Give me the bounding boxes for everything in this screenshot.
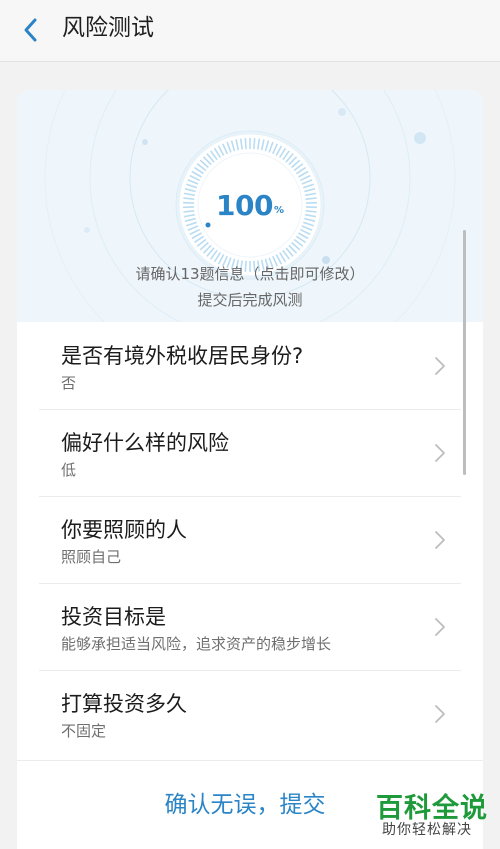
progress-gauge: 100% [175,130,325,280]
watermark-subtitle: 助你轻松解决 [382,822,472,838]
question-item[interactable]: 投资目标是 能够承担适当风险，追求资产的稳步增长 [17,583,483,670]
chevron-right-icon [435,531,445,549]
question-item[interactable]: 打算投资多久 不固定 [17,670,483,757]
question-title: 偏好什么样的风险 [61,431,229,455]
page-title: 风险测试 [62,15,154,41]
watermark-logo: 百科全说 助你轻松解决 [372,786,492,842]
question-title: 打算投资多久 [61,692,187,716]
progress-value: 100 [216,188,273,222]
question-item[interactable]: 是否有境外税收居民身份? 否 [17,322,483,409]
question-list: 是否有境外税收居民身份? 否 偏好什么样的风险 低 你要照顾的人 照顾自己 投资… [17,322,483,757]
question-answer: 低 [61,461,77,479]
question-answer: 能够承担适当风险，追求资产的稳步增长 [61,635,332,653]
question-answer: 照顾自己 [61,548,122,566]
chevron-right-icon [435,357,445,375]
confirm-instruction: 请确认13题信息（点击即可修改） [135,265,365,283]
chevron-right-icon [435,444,445,462]
back-button[interactable] [14,12,50,48]
scrollbar[interactable] [463,230,466,475]
risk-test-card: 100% 请确认13题信息（点击即可修改） 提交后完成风测 是否有境外税收居民身… [17,90,483,849]
navigation-bar: 风险测试 [0,0,500,62]
question-answer: 否 [61,374,77,392]
question-title: 你要照顾的人 [61,518,187,542]
question-title: 投资目标是 [61,605,166,629]
submit-instruction: 提交后完成风测 [197,291,303,309]
progress-unit: % [273,204,284,216]
progress-percent: 100% [175,130,325,280]
question-title: 是否有境外税收居民身份? [61,344,304,368]
progress-header: 100% 请确认13题信息（点击即可修改） 提交后完成风测 [17,90,483,322]
question-item[interactable]: 偏好什么样的风险 低 [17,409,483,496]
chevron-right-icon [435,705,445,723]
chevron-left-icon [24,18,37,42]
question-answer: 不固定 [61,722,107,740]
question-item[interactable]: 你要照顾的人 照顾自己 [17,496,483,583]
chevron-right-icon [435,618,445,636]
